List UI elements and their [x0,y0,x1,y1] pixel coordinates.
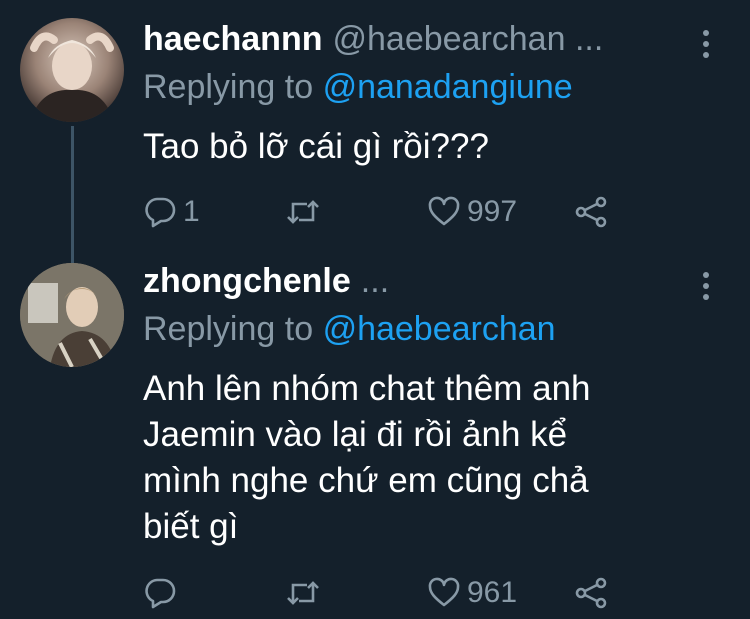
thread-connector-line [71,126,74,264]
tweet-text-line: biết gì [143,507,239,546]
avatar-zhongchenle[interactable] [20,263,124,367]
replying-to-label: Replying to [143,310,314,348]
reply-icon [145,578,176,609]
tweet-header: zhongchenle... [143,262,389,302]
heart-icon [428,196,460,226]
display-name[interactable]: haechannn [143,20,322,58]
like-button[interactable]: 997 [427,192,517,232]
reply-button[interactable]: 1 [143,192,200,232]
tweet-text: Tao bỏ lỡ cái gì rồi??? [143,127,489,166]
heart-icon [428,577,460,607]
more-options-icon[interactable] [702,272,710,300]
share-icon [575,196,607,228]
retweet-button[interactable] [285,573,327,613]
reply-icon [145,197,176,228]
replying-to-label: Replying to [143,68,314,106]
replying-to-mention[interactable]: @nanadangiune [323,68,573,106]
retweet-button[interactable] [285,192,327,232]
like-button[interactable]: 961 [427,573,517,613]
tweet-text-line: Jaemin vào lại đi rồi ảnh kể [143,415,568,454]
tweet-1[interactable]: haechannn @haebearchan ... Replying to @n… [0,0,750,264]
share-icon [575,577,607,609]
user-handle[interactable]: @haebearchan ... [332,20,603,58]
share-button[interactable] [573,192,609,232]
replying-to: Replying to @haebearchan [143,310,556,349]
tweet-text-line: Anh lên nhóm chat thêm anh [143,369,591,408]
reply-count: 1 [183,195,200,228]
like-count: 997 [467,195,518,228]
replying-to: Replying to @nanadangiune [143,68,573,107]
more-options-icon[interactable] [702,30,710,58]
reply-button[interactable] [143,573,183,613]
tweet-text-line: mình nghe chứ em cũng chả [143,461,589,500]
tweet-text: Anh lên nhóm chat thêm anh Jaemin vào lạ… [143,366,703,550]
user-handle[interactable]: ... [361,262,389,300]
retweet-icon [287,200,319,224]
share-button[interactable] [573,573,609,613]
retweet-icon [287,581,319,605]
tweet-header: haechannn @haebearchan ... [143,20,603,60]
replying-to-mention[interactable]: @haebearchan [323,310,556,348]
like-count: 961 [467,576,518,609]
avatar-haechannn[interactable] [20,18,124,122]
display-name[interactable]: zhongchenle [143,262,351,300]
